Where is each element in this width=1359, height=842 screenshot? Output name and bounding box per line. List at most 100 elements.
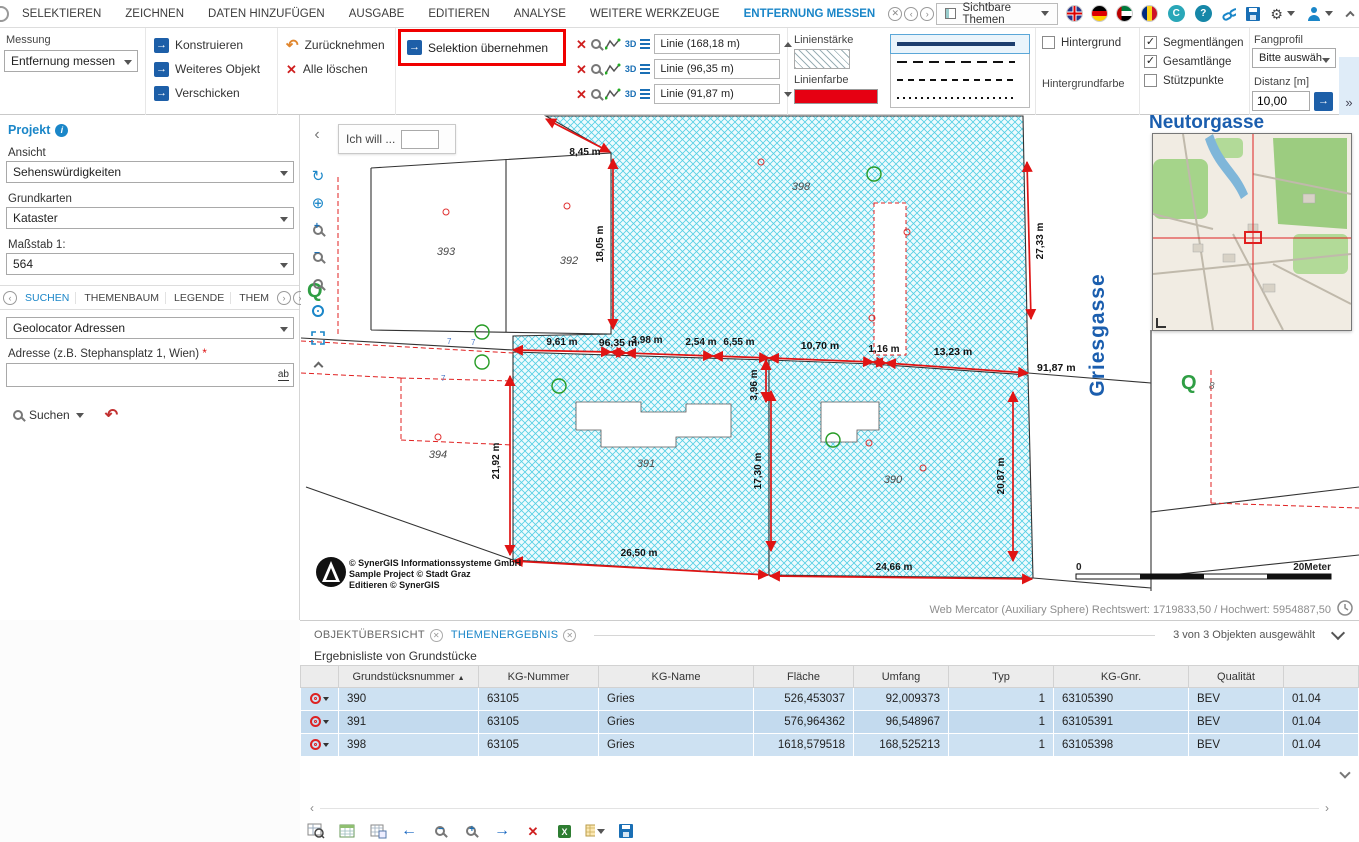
polyline-icon[interactable]: [605, 62, 621, 76]
tabs-scroll-left-icon[interactable]: ‹: [3, 291, 17, 305]
segmentlaengen-checkbox-row[interactable]: ✓ Segmentlängen: [1144, 36, 1244, 49]
help-icon[interactable]: ?: [1195, 5, 1212, 22]
row-actions[interactable]: [301, 711, 339, 734]
user-account-icon[interactable]: [1307, 7, 1321, 21]
gesamtlaenge-checkbox[interactable]: ✓: [1144, 55, 1157, 68]
details-list-icon[interactable]: [640, 89, 650, 99]
header-kg-nummer[interactable]: KG-Nummer: [479, 666, 599, 688]
language-flag-de-icon[interactable]: [1091, 5, 1108, 22]
details-list-icon[interactable]: [640, 39, 650, 49]
3d-icon[interactable]: 3D: [625, 89, 637, 99]
close-tab-icon[interactable]: ✕: [430, 629, 443, 642]
row-menu-chevron-icon[interactable]: [323, 743, 329, 747]
geolocator-dropdown[interactable]: Geolocator Adressen: [6, 317, 294, 339]
header-flaeche[interactable]: Fläche: [754, 666, 854, 688]
row-actions[interactable]: [301, 734, 339, 757]
measurement-entry[interactable]: Linie (91,87 m): [654, 84, 780, 104]
table-row[interactable]: 391 63105 Gries 576,964362 96,548967 1 6…: [301, 711, 1359, 734]
measurement-entry[interactable]: Linie (96,35 m): [654, 59, 780, 79]
header-kg-gnr[interactable]: KG-Gnr.: [1054, 666, 1189, 688]
tab-themenergebnis[interactable]: THEMENERGEBNIS ✕: [451, 629, 577, 642]
save-icon[interactable]: [1246, 7, 1260, 21]
scroll-right-icon[interactable]: ›: [1325, 801, 1329, 815]
zoom-to-measurement-icon[interactable]: [591, 89, 601, 99]
delete-measurement-icon[interactable]: ✕: [576, 88, 587, 101]
tab-themen-cut[interactable]: THEM: [233, 292, 275, 304]
horizontal-scrollbar[interactable]: ‹ ›: [310, 801, 1329, 815]
refresh-icon[interactable]: ↻: [306, 164, 330, 187]
export-excel-icon[interactable]: X: [554, 821, 574, 841]
find-in-table-icon[interactable]: [306, 821, 326, 841]
zuruecknehmen-button[interactable]: ↶ Zurücknehmen: [282, 34, 389, 56]
table-options-icon[interactable]: [585, 821, 605, 841]
row-menu-chevron-icon[interactable]: [323, 697, 329, 701]
details-list-icon[interactable]: [640, 64, 650, 74]
header-typ[interactable]: Typ: [949, 666, 1054, 688]
grundkarten-dropdown[interactable]: Kataster: [6, 207, 294, 229]
highlight-target-icon[interactable]: [310, 739, 321, 750]
tab-scroll-right-icon[interactable]: ›: [920, 7, 934, 21]
language-flag-en-icon[interactable]: [1066, 5, 1083, 22]
header-kg-name[interactable]: KG-Name: [599, 666, 754, 688]
overview-resize-handle[interactable]: [1157, 318, 1166, 327]
ansicht-dropdown[interactable]: Sehenswürdigkeiten: [6, 161, 294, 183]
fangprofil-dropdown[interactable]: Bitte auswäh: [1252, 48, 1336, 68]
menu-zeichnen[interactable]: ZEICHNEN: [114, 8, 195, 20]
hintergrund-checkbox-row[interactable]: Hintergrund: [1042, 36, 1121, 49]
overview-map[interactable]: [1152, 133, 1352, 331]
copyright-badge-icon[interactable]: C: [1168, 5, 1185, 22]
menu-ausgabe[interactable]: AUSGABE: [338, 8, 416, 20]
clear-selection-icon[interactable]: ✕: [523, 821, 543, 841]
save-table-icon[interactable]: [616, 821, 636, 841]
close-tab-icon[interactable]: ✕: [563, 629, 576, 642]
full-extent-icon[interactable]: [306, 326, 330, 349]
zoom-to-selection-icon[interactable]: +: [461, 821, 481, 841]
table-row[interactable]: 390 63105 Gries 526,453037 92,009373 1 6…: [301, 688, 1359, 711]
stuetzpunkte-checkbox-row[interactable]: Stützpunkte: [1144, 74, 1224, 87]
alle-loeschen-button[interactable]: ✕ Alle löschen: [282, 58, 372, 80]
tab-legende[interactable]: LEGENDE: [168, 292, 231, 304]
info-icon[interactable]: i: [55, 124, 68, 137]
zoom-window-icon[interactable]: [306, 272, 330, 295]
tab-objektuebersicht[interactable]: OBJEKTÜBERSICHT ✕: [314, 629, 443, 642]
share-link-icon[interactable]: [1222, 6, 1237, 22]
menu-daten-hinzufuegen[interactable]: DATEN HINZUFÜGEN: [197, 8, 336, 20]
menu-analyse[interactable]: ANALYSE: [503, 8, 577, 20]
line-style-option-dotted[interactable]: [891, 89, 1029, 107]
line-style-option-dashed-short[interactable]: [891, 71, 1029, 89]
previous-record-icon[interactable]: ←: [399, 821, 419, 841]
measurement-entry[interactable]: Linie (168,18 m): [654, 34, 780, 54]
menu-weitere-werkzeuge[interactable]: WEITERE WERKZEUGE: [579, 8, 731, 20]
line-style-listbox[interactable]: [890, 34, 1030, 108]
collapse-toolbar-icon[interactable]: [306, 353, 330, 376]
spellcheck-icon[interactable]: ab: [278, 369, 289, 381]
row-menu-chevron-icon[interactable]: [323, 720, 329, 724]
konstruieren-button[interactable]: → Konstruieren: [150, 34, 247, 56]
user-menu-chevron-icon[interactable]: [1325, 11, 1333, 16]
reset-search-icon[interactable]: ↶: [105, 405, 118, 425]
row-actions[interactable]: [301, 688, 339, 711]
language-flag-ro-icon[interactable]: [1141, 5, 1158, 22]
zoom-to-measurement-icon[interactable]: [591, 39, 601, 49]
3d-icon[interactable]: 3D: [625, 64, 637, 74]
segmentlaengen-checkbox[interactable]: ✓: [1144, 36, 1157, 49]
highlight-target-icon[interactable]: [310, 716, 321, 727]
sichtbare-themen-dropdown[interactable]: Sichtbare Themen: [936, 3, 1058, 25]
gear-menu-chevron-icon[interactable]: [1287, 11, 1295, 16]
selektion-uebernehmen-button[interactable]: → Selektion übernehmen: [398, 29, 566, 66]
zoom-out-selection-icon[interactable]: −: [430, 821, 450, 841]
messung-dropdown[interactable]: Entfernung messen: [4, 50, 138, 72]
gesamtlaenge-checkbox-row[interactable]: ✓ Gesamtlänge: [1144, 55, 1231, 68]
menu-editieren[interactable]: EDITIEREN: [417, 8, 500, 20]
weiteres-objekt-button[interactable]: → Weiteres Objekt: [150, 58, 264, 80]
close-tool-icon[interactable]: ✕: [888, 7, 902, 21]
linienfarbe-swatch[interactable]: [794, 89, 878, 104]
polyline-icon[interactable]: [605, 87, 621, 101]
collapse-sidebar-icon[interactable]: ‹: [306, 124, 328, 146]
ich-will-input[interactable]: [401, 130, 439, 149]
line-style-option-dashed[interactable]: [891, 53, 1029, 71]
scroll-left-icon[interactable]: ‹: [310, 801, 314, 815]
verschicken-button[interactable]: → Verschicken: [150, 82, 244, 104]
next-record-icon[interactable]: →: [492, 821, 512, 841]
gear-icon[interactable]: ⚙: [1270, 7, 1283, 21]
